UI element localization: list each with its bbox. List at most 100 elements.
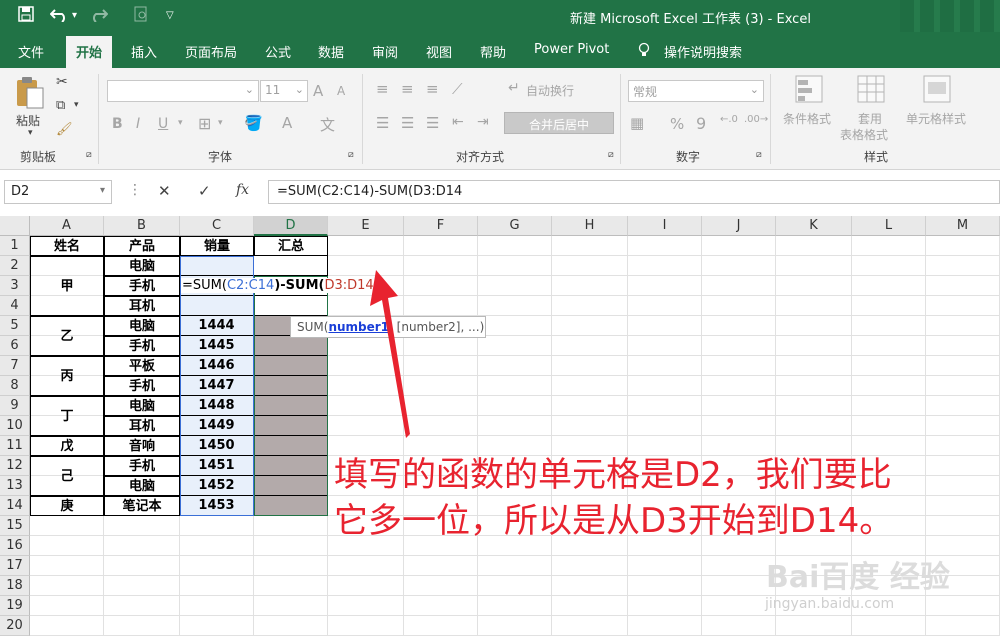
grid-cell[interactable] — [702, 416, 776, 436]
sales-cell[interactable]: 1448 — [180, 396, 254, 416]
grid-cell[interactable] — [478, 256, 552, 276]
grid-cell[interactable] — [552, 396, 628, 416]
row-header-14[interactable]: 14 — [0, 496, 30, 516]
grid-cell[interactable] — [926, 416, 1000, 436]
product-cell[interactable]: 音响 — [104, 436, 180, 456]
row-header-6[interactable]: 6 — [0, 336, 30, 356]
grid-cell[interactable] — [702, 256, 776, 276]
row-header-5[interactable]: 5 — [0, 316, 30, 336]
grid-cell[interactable] — [702, 316, 776, 336]
format-as-table-icon[interactable] — [856, 74, 886, 104]
increase-decimal-icon[interactable]: ←.0 — [720, 114, 738, 125]
grid-cell[interactable] — [926, 236, 1000, 256]
sales-cell[interactable]: 1444 — [180, 316, 254, 336]
grid-cell[interactable] — [254, 616, 328, 636]
grid-cell[interactable] — [628, 236, 702, 256]
grid-cell[interactable] — [628, 576, 702, 596]
underline-dropdown-icon[interactable]: ▾ — [178, 118, 183, 128]
product-cell[interactable]: 笔记本 — [104, 496, 180, 516]
sales-cell[interactable]: 1452 — [180, 476, 254, 496]
grid-cell[interactable] — [552, 616, 628, 636]
summary-cell[interactable] — [254, 376, 328, 396]
row-header-9[interactable]: 9 — [0, 396, 30, 416]
grid-cell[interactable] — [552, 576, 628, 596]
grid-cell[interactable] — [852, 336, 926, 356]
paste-label[interactable]: 粘贴 — [16, 112, 40, 129]
grid-cell[interactable] — [478, 296, 552, 316]
grid-cell[interactable] — [776, 376, 852, 396]
sales-cell[interactable]: 1449 — [180, 416, 254, 436]
align-center-icon[interactable]: ☰ — [401, 114, 414, 132]
grid-cell[interactable] — [852, 316, 926, 336]
grid-cell[interactable] — [328, 576, 404, 596]
column-header-i[interactable]: I — [628, 216, 702, 236]
grid-cell[interactable] — [328, 616, 404, 636]
column-header-a[interactable]: A — [30, 216, 104, 236]
tab-help[interactable]: 帮助 — [480, 42, 506, 61]
grid-cell[interactable] — [776, 616, 852, 636]
grid-cell[interactable] — [628, 616, 702, 636]
grid-cell[interactable] — [328, 556, 404, 576]
grid-cell[interactable] — [30, 556, 104, 576]
sales-cell[interactable]: 1453 — [180, 496, 254, 516]
grid-cell[interactable] — [552, 236, 628, 256]
align-bottom-icon[interactable]: ≡ — [426, 80, 439, 98]
grid-cell[interactable] — [702, 576, 776, 596]
grid-cell[interactable] — [926, 396, 1000, 416]
grid-cell[interactable] — [628, 296, 702, 316]
grid-cell[interactable] — [30, 616, 104, 636]
grid-cell[interactable] — [180, 516, 254, 536]
wrap-text-icon[interactable]: ↵ — [508, 80, 520, 96]
sales-cell[interactable]: 1451 — [180, 456, 254, 476]
grid-cell[interactable] — [776, 336, 852, 356]
product-cell[interactable]: 手机 — [104, 456, 180, 476]
product-cell[interactable]: 电脑 — [104, 396, 180, 416]
grid-cell[interactable] — [180, 616, 254, 636]
sales-cell[interactable]: 1446 — [180, 356, 254, 376]
grid-cell[interactable] — [926, 376, 1000, 396]
grow-font-button[interactable]: A — [313, 82, 323, 100]
sales-cell[interactable] — [180, 256, 254, 276]
grid-cell[interactable] — [552, 296, 628, 316]
grid-cell[interactable] — [104, 576, 180, 596]
grid-cell[interactable] — [180, 576, 254, 596]
row-header-1[interactable]: 1 — [0, 236, 30, 256]
name-cell[interactable]: 丙 — [30, 356, 104, 396]
font-name-box[interactable]: ⌄ — [107, 80, 259, 102]
grid-cell[interactable] — [702, 376, 776, 396]
column-header-b[interactable]: B — [104, 216, 180, 236]
borders-icon[interactable]: ⊞ — [198, 114, 211, 133]
grid-cell[interactable] — [254, 556, 328, 576]
grid-cell[interactable] — [404, 236, 478, 256]
row-header-19[interactable]: 19 — [0, 596, 30, 616]
grid-cell[interactable] — [776, 396, 852, 416]
conditional-format-icon[interactable] — [794, 74, 824, 104]
row-header-8[interactable]: 8 — [0, 376, 30, 396]
tell-me-search[interactable]: 操作说明搜索 — [664, 42, 742, 61]
grid-cell[interactable] — [702, 356, 776, 376]
row-header-3[interactable]: 3 — [0, 276, 30, 296]
grid-cell[interactable] — [478, 276, 552, 296]
grid-cell[interactable] — [926, 276, 1000, 296]
copy-icon[interactable]: ⧉ — [56, 98, 65, 113]
grid-cell[interactable] — [552, 336, 628, 356]
name-cell[interactable]: 戊 — [30, 436, 104, 456]
row-header-20[interactable]: 20 — [0, 616, 30, 636]
product-cell[interactable]: 耳机 — [104, 416, 180, 436]
row-header-16[interactable]: 16 — [0, 536, 30, 556]
name-cell[interactable]: 庚 — [30, 496, 104, 516]
grid-cell[interactable] — [30, 516, 104, 536]
grid-cell[interactable] — [702, 336, 776, 356]
grid-cell[interactable] — [702, 556, 776, 576]
grid-cell[interactable] — [852, 356, 926, 376]
grid-cell[interactable] — [30, 576, 104, 596]
tab-view[interactable]: 视图 — [426, 42, 452, 61]
column-header-l[interactable]: L — [852, 216, 926, 236]
summary-cell[interactable] — [254, 496, 328, 516]
undo-icon[interactable] — [49, 6, 68, 26]
format-as-table-button[interactable]: 表格格式 — [840, 126, 888, 143]
column-header-f[interactable]: F — [404, 216, 478, 236]
wrap-text-button[interactable]: 自动换行 — [526, 82, 574, 99]
merge-center-button[interactable]: 合并后居中 — [504, 112, 614, 134]
row-header-17[interactable]: 17 — [0, 556, 30, 576]
